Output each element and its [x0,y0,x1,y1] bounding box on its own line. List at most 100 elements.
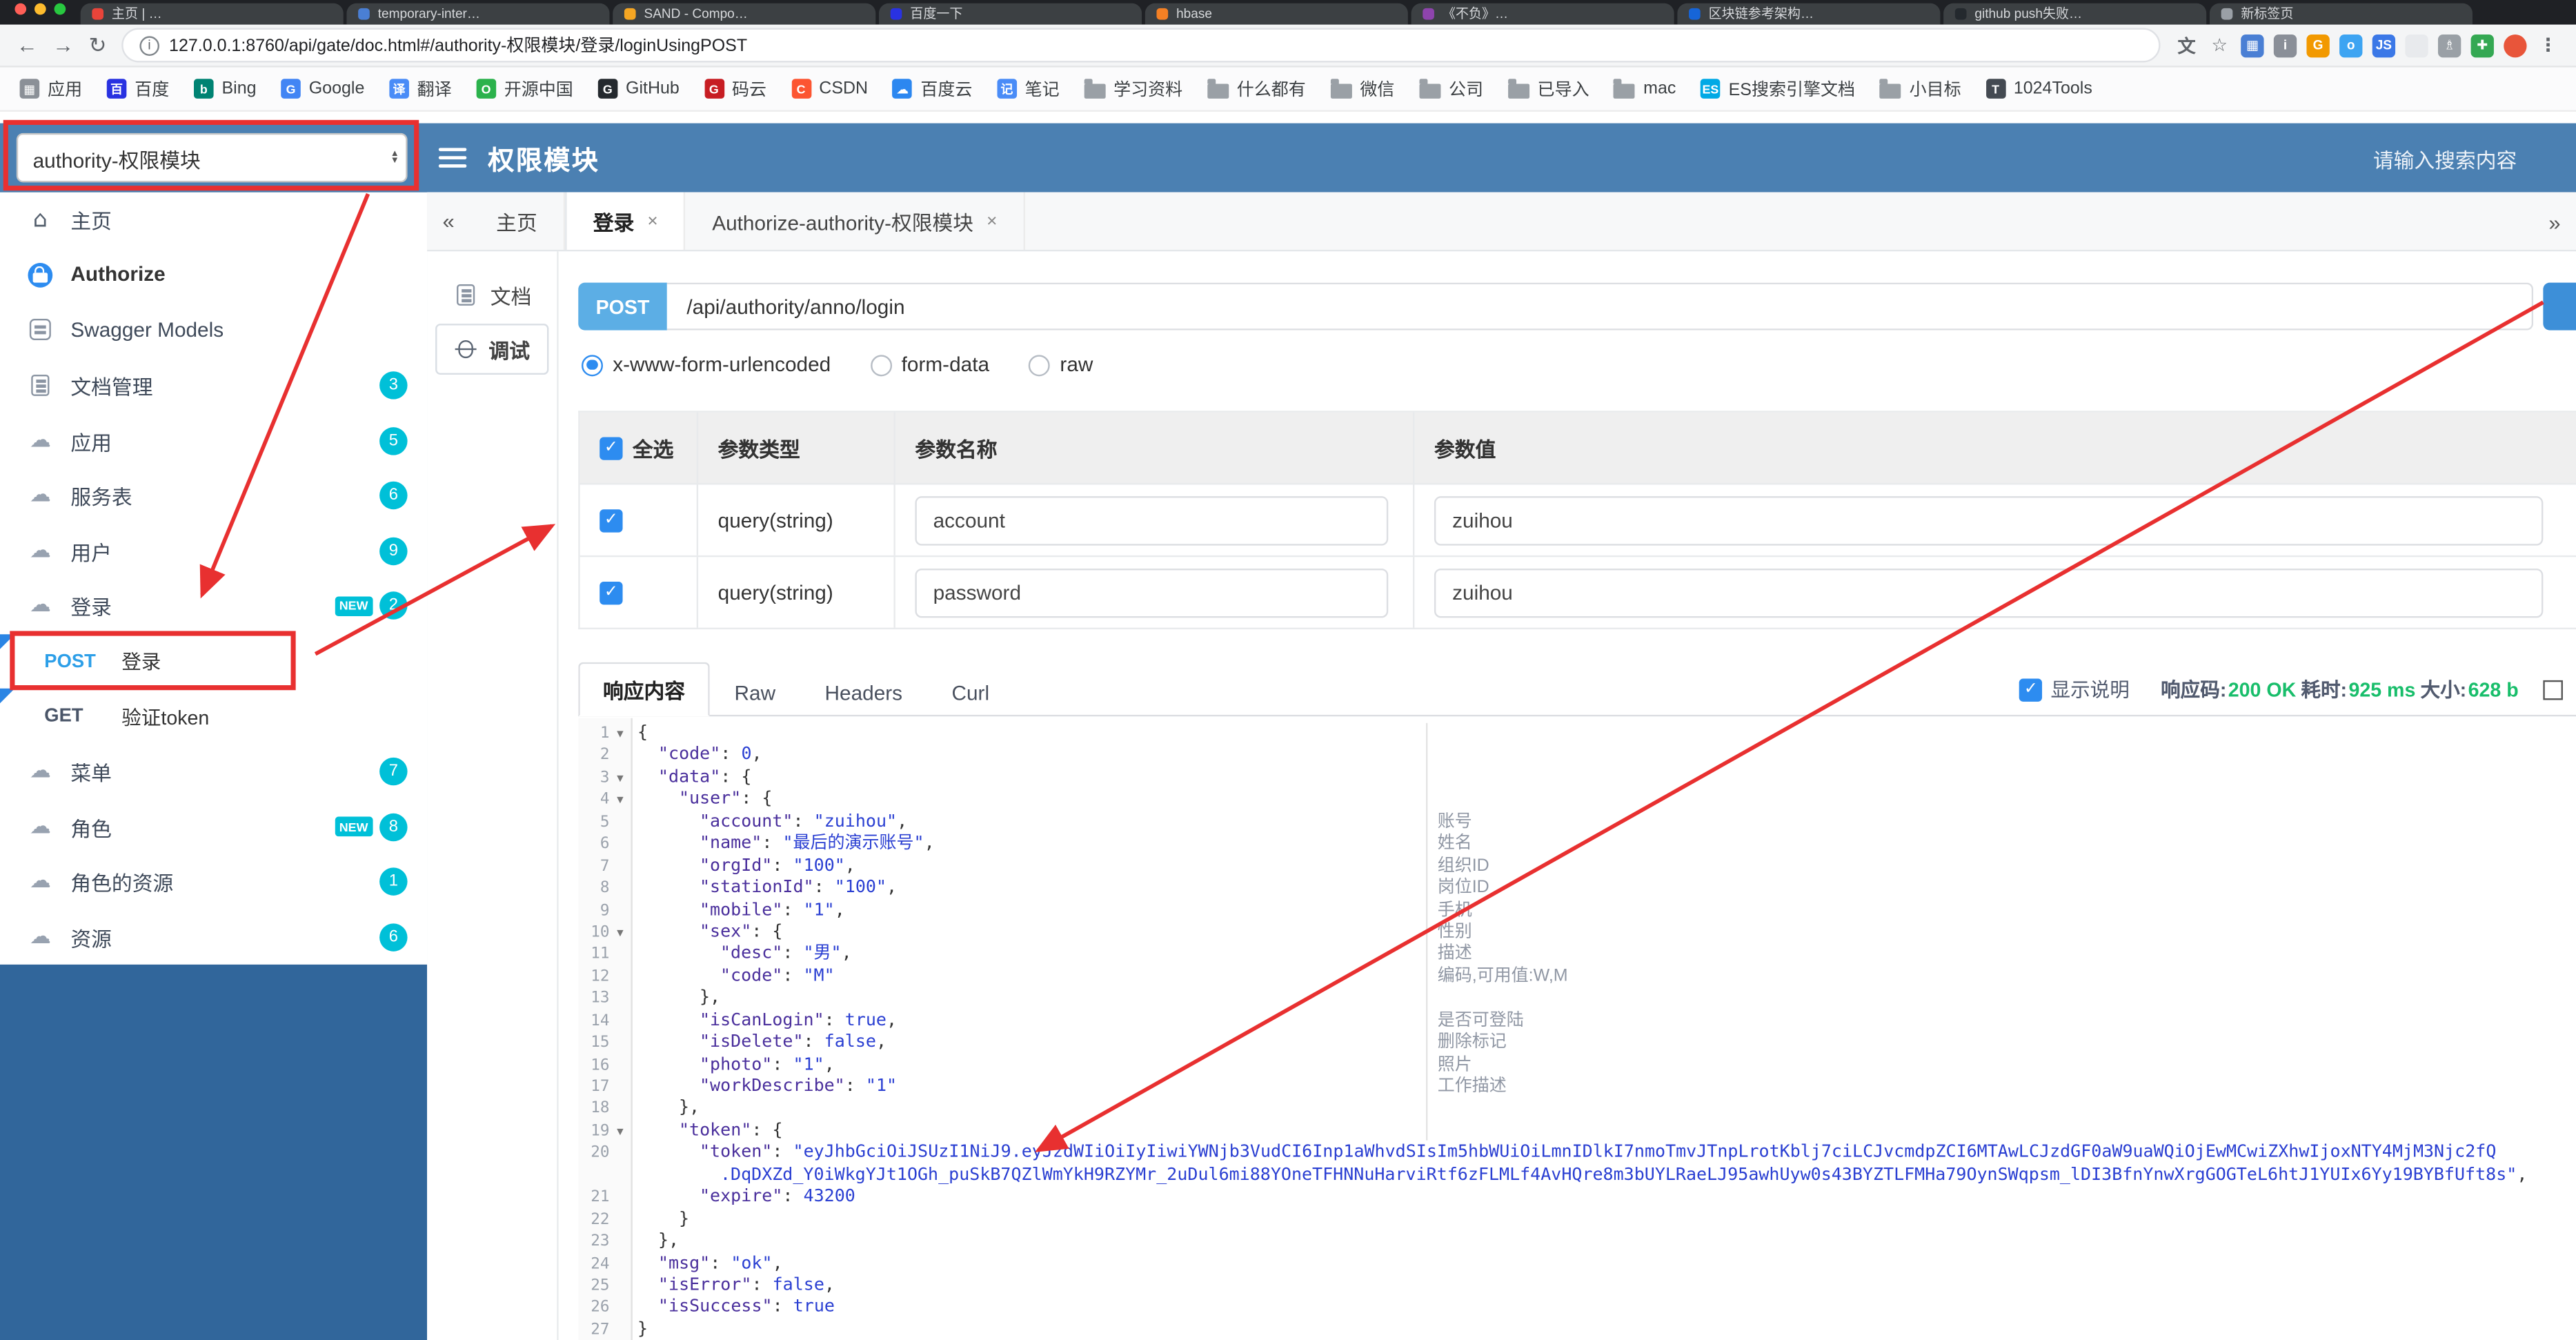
sidebar-item[interactable]: ☁ 应用 5 [0,413,427,469]
bookmark-item[interactable]: 微信 [1330,77,1394,101]
param-name-input[interactable] [915,495,1389,545]
bookmark-item[interactable]: b Bing [194,79,257,99]
bookmark-item[interactable]: C CSDN [791,79,868,99]
fullscreen-icon[interactable] [2543,679,2563,700]
bookmark-item[interactable]: mac [1614,79,1676,99]
sidebar-item[interactable]: ☁ 角色 NEW 8 [0,800,427,855]
close-window-icon[interactable] [14,3,27,15]
extension-icon-6[interactable] [2405,33,2428,57]
menu-icon[interactable]: ⋮ [2537,34,2559,57]
bookmark-item[interactable]: ☁ 百度云 [892,77,972,101]
sidebar-item[interactable]: ⌂ 主页 [0,193,427,248]
bookmark-item[interactable]: 公司 [1419,77,1483,101]
browser-tab[interactable]: hbase [1145,3,1408,25]
page-info-icon[interactable]: i [139,35,159,55]
response-tab[interactable]: 响应内容 [578,662,710,717]
browser-tab[interactable]: temporary-inter… [346,3,610,25]
send-button[interactable]: 发 [2543,282,2576,331]
param-name-input[interactable] [915,567,1389,618]
fold-toggle-icon[interactable]: ▾ [609,1121,631,1143]
response-tab[interactable]: Curl [927,671,1014,717]
translate-icon[interactable]: 文 [2175,34,2198,57]
tabs-scroll-left-icon[interactable]: « [427,193,470,250]
sidebar-api-item-get[interactable]: GET 验证token [0,689,427,745]
browser-tab[interactable]: 主页 | … [80,3,344,25]
response-tab[interactable]: Headers [800,671,927,717]
sidebar-item[interactable]: Swagger Models [0,303,427,358]
sidebar-item[interactable]: ☁ 登录 NEW 2 [0,579,427,634]
content-tab[interactable]: 主页 [470,192,566,250]
sidebar-item[interactable]: ☁ 资源 6 [0,910,427,965]
bookmark-item[interactable]: O 开源中国 [476,77,573,101]
bookmark-item[interactable]: 什么都有 [1207,77,1306,101]
browser-tab[interactable]: 百度一下 [879,3,1142,25]
radio-icon[interactable] [870,354,892,376]
api-group-select[interactable]: authority-权限模块 ▲ ▼ [16,132,408,183]
response-tab[interactable]: Raw [710,671,800,717]
radio-icon[interactable] [1029,354,1051,376]
row-checkbox[interactable]: ✓ [600,580,623,604]
avatar[interactable] [2504,33,2527,57]
request-url[interactable]: /api/authority/anno/login [666,282,2534,331]
sidebar-item[interactable]: 文档管理 3 [0,358,427,413]
content-tab[interactable]: 登录 × [565,192,686,250]
extension-icon-3[interactable]: G [2306,33,2330,57]
doc-nav-doc[interactable]: 文档 [435,271,548,319]
doc-nav-debug[interactable]: 调试 [435,324,549,375]
param-value-input[interactable] [1434,567,2544,618]
select-all-checkbox[interactable]: ✓ [600,436,623,460]
minimize-window-icon[interactable] [34,3,46,15]
fold-toggle-icon[interactable]: ▾ [609,767,631,789]
extension-icon-7[interactable]: ♗ [2437,33,2461,57]
bookmark-item[interactable]: 小目标 [1879,77,1961,101]
forward-icon[interactable]: → [52,35,74,56]
radio-icon[interactable] [582,354,603,376]
show-description-checkbox[interactable]: ✓ [2019,678,2043,701]
extension-icon-8[interactable]: ✚ [2470,33,2494,57]
sidebar-item[interactable]: Authorize [0,248,427,303]
sidebar-api-item-post[interactable]: POST 登录 [0,633,427,689]
bookmark-item[interactable]: G 码云 [704,77,766,101]
window-controls[interactable] [0,0,81,25]
extension-icon-5[interactable]: JS [2372,33,2396,57]
back-icon[interactable]: ← [17,35,38,56]
bookmark-item[interactable]: 译翻译 [389,77,452,101]
content-type-option[interactable]: raw [1029,353,1093,376]
search-input[interactable]: 请输入搜索内容 [2373,142,2559,173]
browser-tab[interactable]: SAND - Compo… [613,3,876,25]
bookmark-item[interactable]: 学习资料 [1084,77,1182,101]
tabs-scroll-right-icon[interactable]: » [2533,193,2576,252]
bookmark-item[interactable]: T 1024Tools [1985,79,2092,99]
browser-tab[interactable]: 《不负》… [1411,3,1674,25]
fold-toggle-icon[interactable]: ▾ [609,922,631,944]
star-icon[interactable]: ☆ [2208,34,2231,57]
bookmark-item[interactable]: ES ES搜索引擎文档 [1701,77,1855,101]
bookmark-item[interactable]: ▦ 应用 [19,77,82,101]
bookmark-item[interactable]: 已导入 [1507,77,1589,101]
sidebar-item[interactable]: ☁ 服务表 6 [0,469,427,524]
sidebar-item[interactable]: ☁ 角色的资源 1 [0,855,427,910]
fold-toggle-icon[interactable]: ▾ [609,723,631,745]
fold-toggle-icon[interactable]: ▾ [609,789,631,811]
close-tab-icon[interactable]: × [987,211,997,231]
extension-icon-4[interactable]: o [2339,33,2363,57]
bookmark-item[interactable]: G GitHub [597,79,680,99]
maximize-window-icon[interactable] [54,3,66,15]
browser-tab[interactable]: 区块链参考架构… [1677,3,1941,25]
param-value-input[interactable] [1434,495,2544,545]
content-tab[interactable]: Authorize-authority-权限模块 × [686,192,1025,250]
close-tab-icon[interactable]: × [647,211,657,231]
content-type-option[interactable]: x-www-form-urlencoded [582,353,831,376]
bookmark-item[interactable]: G Google [281,79,364,99]
browser-tab[interactable]: 新标签页 [2209,3,2473,25]
reload-icon[interactable]: ↻ [89,35,107,56]
bookmark-item[interactable]: 记笔记 [997,77,1060,101]
row-checkbox[interactable]: ✓ [600,509,623,532]
hamburger-icon[interactable] [438,147,467,168]
extension-icon-1[interactable]: ▦ [2241,33,2264,57]
content-type-option[interactable]: form-data [870,353,989,376]
sidebar-item[interactable]: ☁ 菜单 7 [0,745,427,800]
sidebar-item[interactable]: ☁ 用户 9 [0,524,427,579]
browser-tab[interactable]: github push失败… [1943,3,2207,25]
bookmark-item[interactable]: 百百度 [106,77,169,101]
